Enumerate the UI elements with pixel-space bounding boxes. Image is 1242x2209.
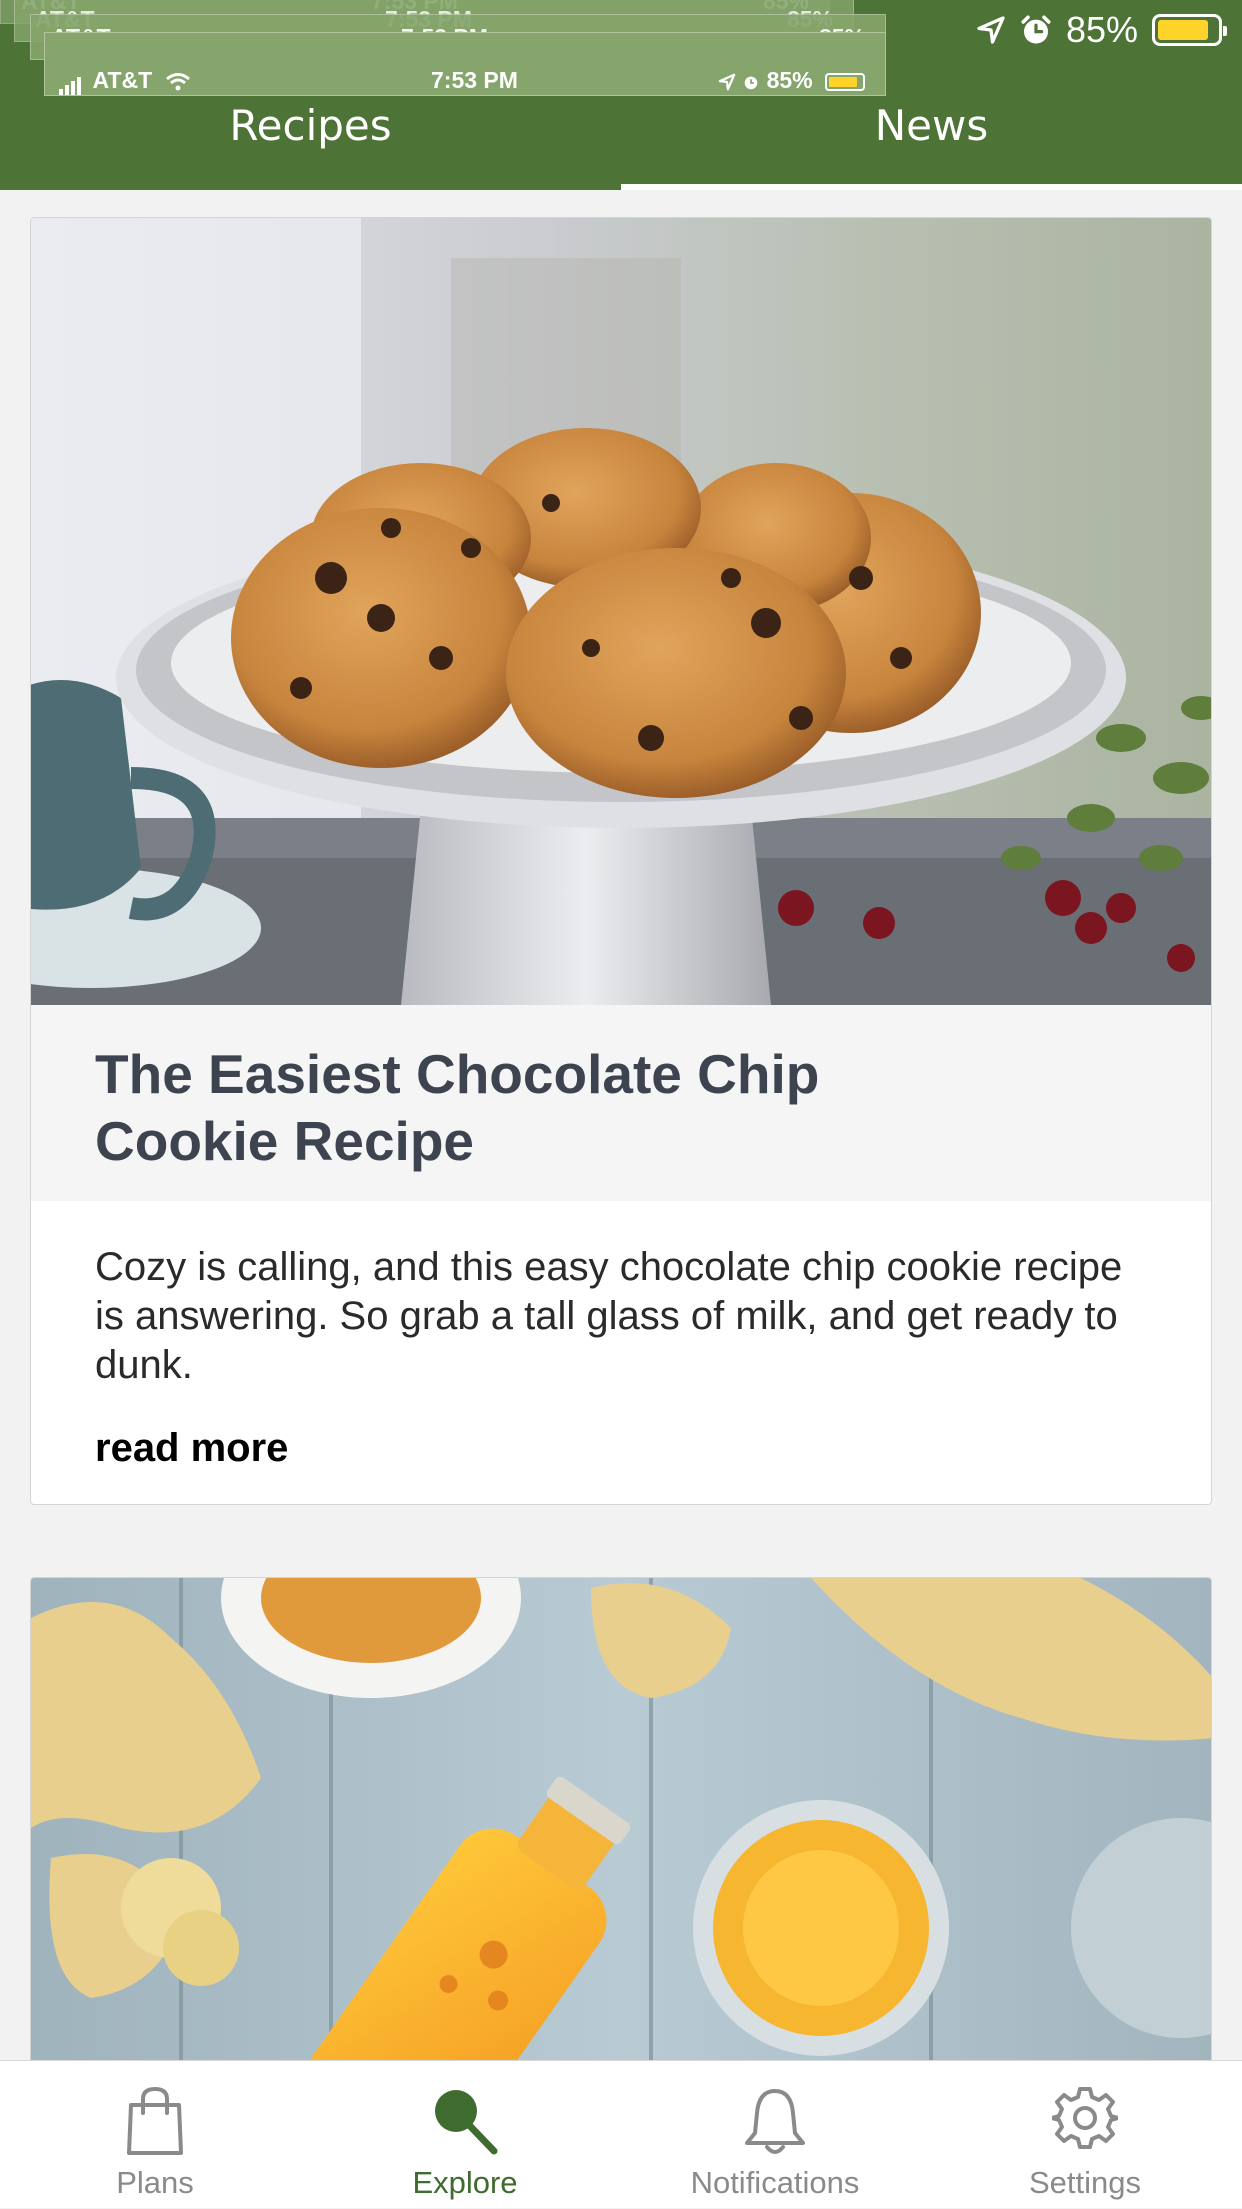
article-card[interactable] — [30, 1577, 1212, 2060]
location-arrow-icon — [718, 73, 736, 91]
nav-label: Notifications — [690, 2165, 860, 2200]
read-more-link[interactable]: read more — [95, 1426, 288, 1471]
article-title-box: The Easiest Chocolate Chip Cookie Recipe — [31, 1005, 1211, 1201]
cookie-photo — [31, 218, 1211, 1005]
ghost-carrier-group: AT&T — [59, 67, 191, 95]
app-header: AT&T 7:53 PM 85% AT&T 7:53 PM 85% AT&T 7… — [0, 0, 1242, 190]
location-arrow-icon — [977, 16, 1005, 44]
nav-label: Plans — [116, 2165, 194, 2200]
battery-percent: 85% — [1065, 9, 1138, 50]
nav-item-explore[interactable]: Explore — [310, 2061, 620, 2209]
article-image[interactable] — [31, 1578, 1211, 2060]
top-tab-bar: Recipes News — [0, 96, 1242, 190]
article-body: Cozy is calling, and this easy chocolate… — [95, 1243, 1155, 1471]
ghost-right-group: 85% — [718, 67, 865, 94]
alarm-clock-icon — [1021, 15, 1051, 44]
nav-label: Settings — [1028, 2165, 1141, 2200]
nav-item-plans[interactable]: Plans — [0, 2061, 310, 2209]
ginger-juice-photo — [31, 1578, 1211, 2060]
gear-icon — [1052, 2087, 1118, 2149]
status-bar-right: 85% — [976, 9, 1227, 50]
battery-icon — [1152, 14, 1227, 46]
article-image[interactable] — [31, 218, 1211, 1005]
nav-item-settings[interactable]: Settings — [930, 2061, 1240, 2209]
article-card[interactable]: The Easiest Chocolate Chip Cookie Recipe… — [30, 217, 1212, 1505]
signal-icon — [59, 68, 83, 95]
ghost-carrier: AT&T — [92, 67, 153, 93]
ghost-battery-text: 85% — [766, 67, 813, 93]
ghost-status-bar: AT&T 7:53 PM 85% — [44, 32, 886, 96]
tab-recipes[interactable]: Recipes — [0, 96, 621, 190]
tab-news[interactable]: News — [621, 96, 1242, 190]
bottom-tab-bar: Plans Explore Notifications Settings — [0, 2060, 1242, 2208]
news-feed[interactable]: The Easiest Chocolate Chip Cookie Recipe… — [0, 190, 1242, 2060]
shopping-bag-icon — [127, 2086, 183, 2155]
nav-label: Explore — [412, 2165, 518, 2200]
bell-icon — [745, 2089, 805, 2154]
wifi-icon — [165, 72, 190, 91]
magnifier-icon — [435, 2090, 498, 2155]
nav-item-notifications[interactable]: Notifications — [620, 2061, 930, 2209]
article-title[interactable]: The Easiest Chocolate Chip Cookie Recipe — [95, 1041, 925, 1175]
ghost-time: 7:53 PM — [431, 67, 518, 93]
battery-icon — [825, 72, 865, 91]
article-description: Cozy is calling, and this easy chocolate… — [95, 1245, 1123, 1387]
alarm-clock-icon — [744, 76, 758, 90]
